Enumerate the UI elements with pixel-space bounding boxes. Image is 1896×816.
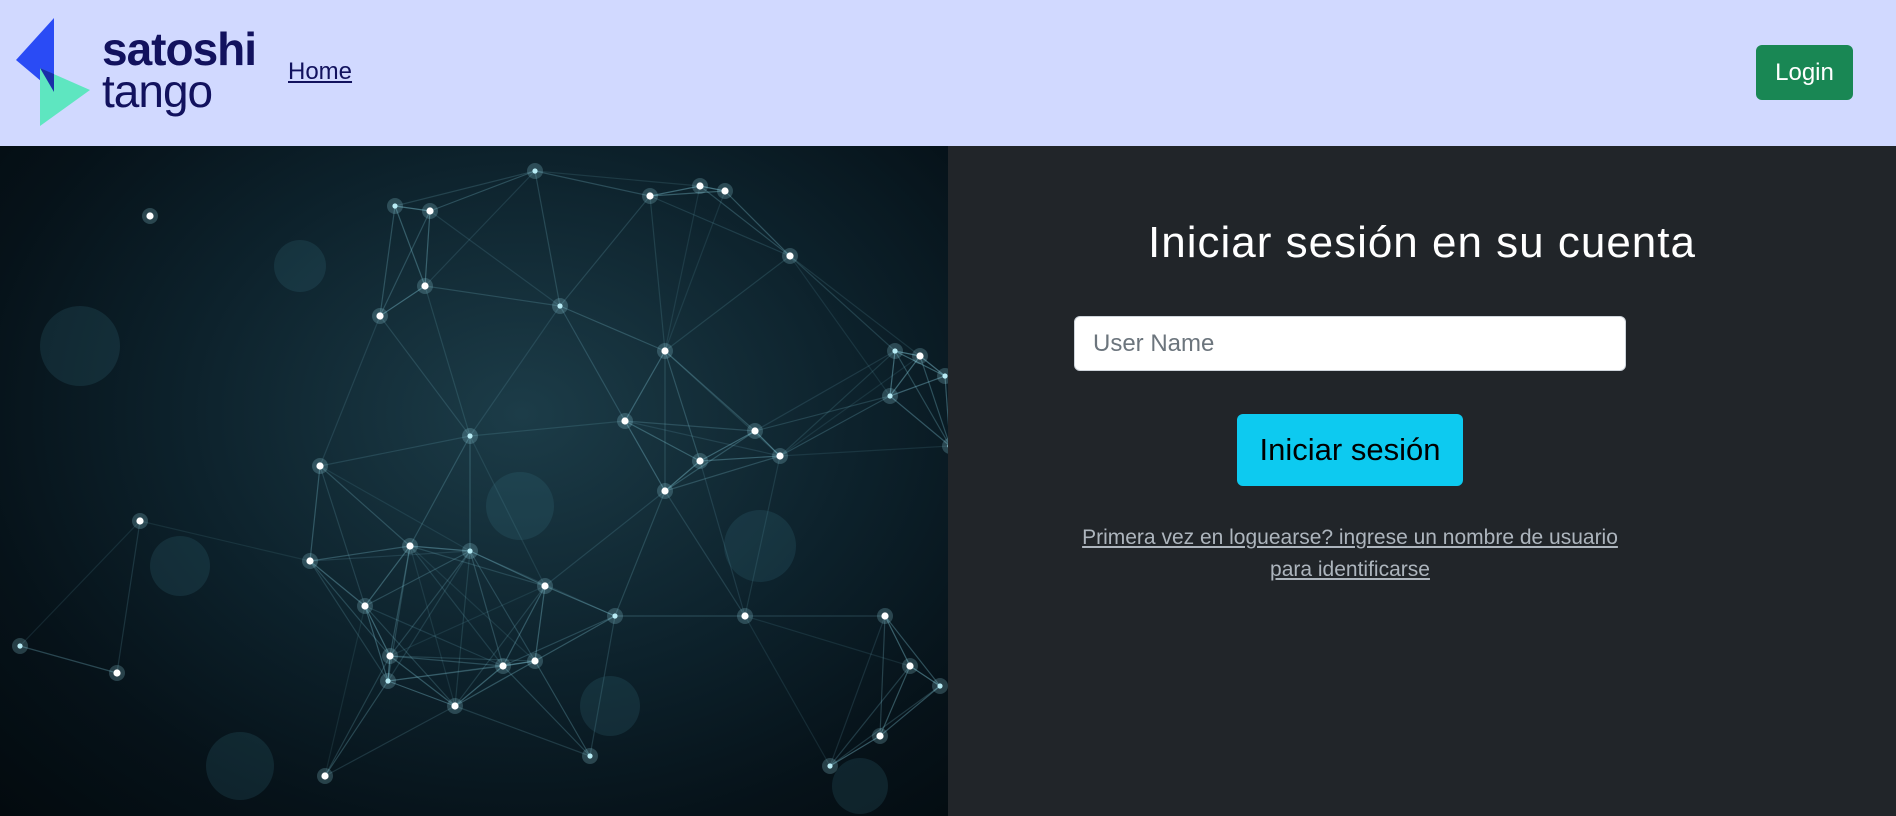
login-title: Iniciar sesión en su cuenta [1148, 218, 1696, 267]
nav-home-link[interactable]: Home [288, 58, 352, 86]
sign-in-button[interactable]: Iniciar sesión [1237, 414, 1463, 486]
network-mesh-graphic [12, 163, 948, 814]
logo-text-tango: tango [102, 65, 213, 117]
username-input[interactable] [1074, 316, 1626, 371]
login-panel: Iniciar sesión en su cuenta Iniciar sesi… [948, 146, 1896, 816]
satoshi-tango-logo[interactable]: satoshi tango [16, 18, 257, 128]
top-navbar: satoshi tango Home Login [0, 0, 1896, 146]
login-button[interactable]: Login [1756, 45, 1853, 100]
network-mesh-image [0, 146, 948, 816]
logo-mark-icon [16, 18, 90, 126]
first-time-login-link[interactable]: Primera vez en loguearse? ingrese un nom… [1074, 522, 1626, 586]
